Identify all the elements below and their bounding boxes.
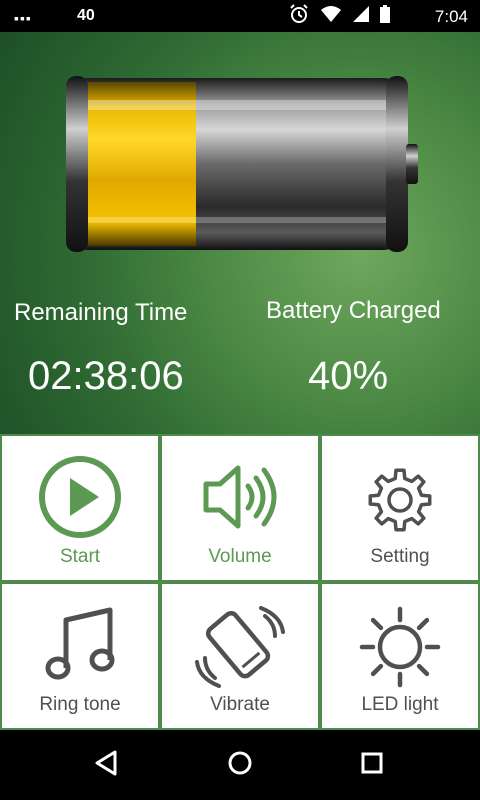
status-icons bbox=[288, 3, 390, 29]
battery-charged-label: Battery Charged bbox=[266, 297, 441, 324]
vibrate-button[interactable]: Vibrate bbox=[162, 584, 318, 728]
status-bar: ▪▪▪ 40 7:04 bbox=[0, 0, 480, 32]
notification-dots: ▪▪▪ bbox=[14, 10, 32, 26]
start-button[interactable]: Start bbox=[2, 436, 158, 580]
speaker-icon bbox=[200, 454, 280, 545]
led-light-label: LED light bbox=[361, 694, 439, 715]
play-icon bbox=[37, 454, 123, 545]
navigation-bar bbox=[0, 730, 480, 800]
signal-icon bbox=[352, 5, 370, 28]
menu-grid: Start Volume Setting Ring tone Vibrate L… bbox=[0, 434, 480, 730]
vibrate-phone-icon bbox=[195, 602, 285, 697]
back-button[interactable] bbox=[86, 747, 126, 783]
led-light-button[interactable]: LED light bbox=[322, 584, 478, 728]
start-label: Start bbox=[59, 546, 101, 567]
sun-icon bbox=[355, 602, 445, 697]
alarm-icon bbox=[288, 3, 310, 29]
setting-label: Setting bbox=[370, 546, 430, 567]
battery-charged-value: 40% bbox=[308, 354, 389, 398]
ringtone-label: Ring tone bbox=[39, 694, 121, 715]
wifi-icon bbox=[320, 5, 342, 28]
home-icon bbox=[226, 749, 254, 782]
recents-icon bbox=[359, 750, 385, 781]
back-icon bbox=[93, 749, 119, 782]
gear-icon bbox=[360, 454, 440, 545]
volume-label: Volume bbox=[208, 546, 272, 567]
vibrate-label: Vibrate bbox=[210, 694, 270, 715]
music-note-icon bbox=[40, 602, 120, 693]
battery-hero: Remaining Time Battery Charged 02:38:06 … bbox=[0, 32, 480, 434]
ringtone-button[interactable]: Ring tone bbox=[2, 584, 158, 728]
battery-icon bbox=[380, 4, 390, 28]
home-button[interactable] bbox=[220, 747, 260, 783]
setting-button[interactable]: Setting bbox=[322, 436, 478, 580]
remaining-time-value: 02:38:06 bbox=[28, 354, 184, 398]
remaining-time-label: Remaining Time bbox=[14, 299, 188, 326]
notification-count: 40 bbox=[77, 7, 95, 24]
clock: 7:04 bbox=[434, 7, 468, 26]
battery-terminal bbox=[406, 144, 418, 184]
volume-button[interactable]: Volume bbox=[162, 436, 318, 580]
recents-button[interactable] bbox=[352, 747, 392, 783]
battery-graphic bbox=[60, 72, 422, 257]
